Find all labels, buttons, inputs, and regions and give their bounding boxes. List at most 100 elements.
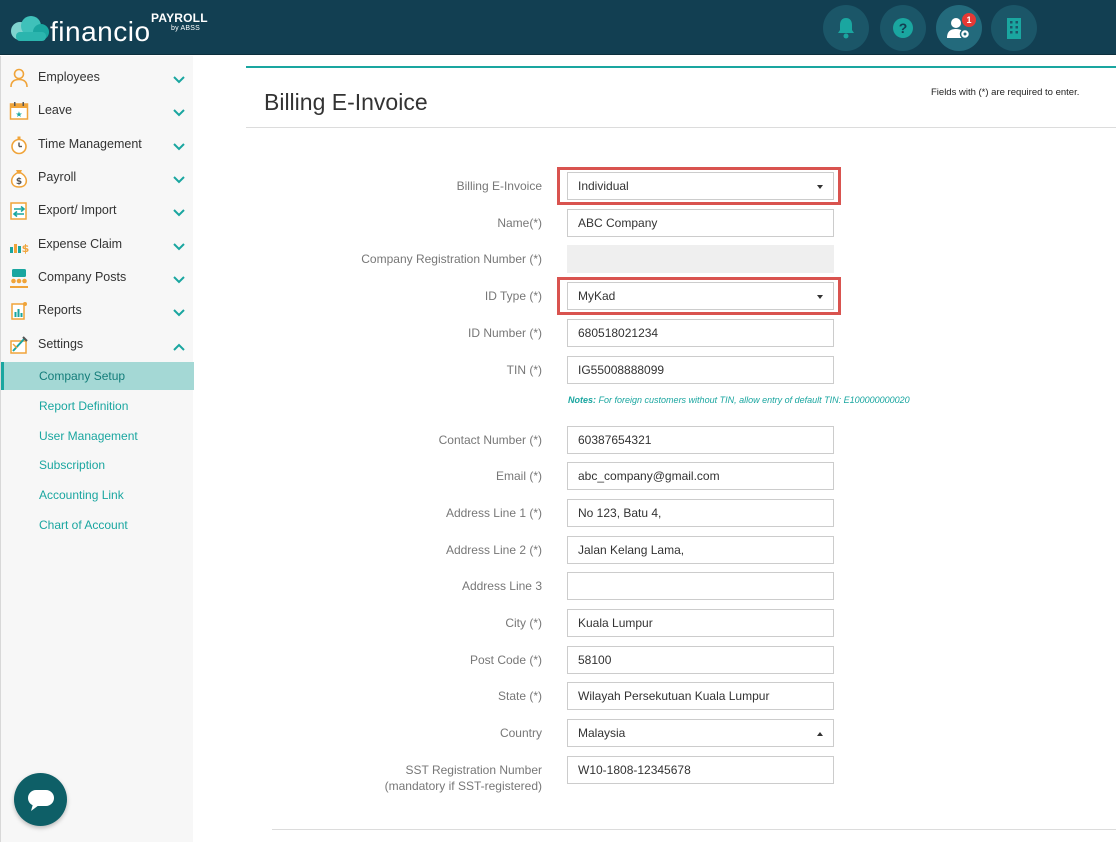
- tin-input[interactable]: [567, 356, 834, 384]
- sidebar-item-time-management[interactable]: Time Management: [1, 129, 194, 162]
- stopwatch-icon: [11, 136, 27, 155]
- postcode-input[interactable]: [567, 646, 834, 674]
- address2-input[interactable]: [567, 536, 834, 564]
- sidebar-subitem-label: Accounting Link: [39, 488, 124, 502]
- address1-input[interactable]: [567, 499, 834, 527]
- sidebar-item-label: Expense Claim: [38, 237, 123, 251]
- sidebar-subitem-label: Subscription: [39, 458, 106, 472]
- company-button[interactable]: [991, 5, 1037, 51]
- sidebar-item-label: Reports: [38, 303, 82, 317]
- notes-label: Notes:: [568, 395, 597, 405]
- contact-label: Contact Number (*): [438, 433, 542, 447]
- id-type-select[interactable]: MyKad: [567, 282, 834, 310]
- export-import-icon: [10, 202, 27, 220]
- reports-icon: [11, 302, 27, 320]
- sidebar-item-employees[interactable]: Employees: [1, 62, 194, 95]
- expense-icon: $: [10, 242, 29, 255]
- help-button[interactable]: ?: [880, 5, 926, 51]
- cloud-logo-icon: [11, 16, 49, 41]
- state-label: State (*): [497, 689, 542, 703]
- sidebar-item-leave[interactable]: ★ Leave: [1, 95, 194, 128]
- sidebar-item-export-import[interactable]: Export/ Import: [1, 195, 194, 228]
- chat-icon: [27, 789, 54, 811]
- sst-label-note: (mandatory if SST-registered): [384, 779, 542, 793]
- chevron-down-icon: [173, 209, 185, 217]
- name-label: Name(*): [497, 216, 542, 230]
- chevron-down-icon: [173, 243, 185, 251]
- page-title: Billing E-Invoice: [264, 89, 428, 115]
- sidebar-subitem-user-management[interactable]: User Management: [1, 422, 194, 450]
- country-label: Country: [499, 726, 542, 740]
- app-header: financio PAYROLL by ABSS ? 1: [0, 0, 1116, 55]
- sidebar-item-label: Employees: [38, 70, 100, 84]
- sst-input[interactable]: [567, 756, 834, 784]
- sidebar-subitem-company-setup[interactable]: Company Setup: [1, 362, 194, 390]
- company-reg-input: [567, 245, 834, 273]
- id-number-input[interactable]: [567, 319, 834, 347]
- billing-einvoice-select[interactable]: Individual: [567, 172, 834, 200]
- contact-input[interactable]: [567, 426, 834, 454]
- sidebar-subitem-chart-of-account[interactable]: Chart of Account: [1, 511, 194, 539]
- sidebar-item-settings[interactable]: Settings: [1, 329, 194, 362]
- sidebar-item-expense-claim[interactable]: $ Expense Claim: [1, 229, 194, 262]
- tin-notes: Notes: For foreign customers without TIN…: [568, 395, 910, 405]
- email-input[interactable]: [567, 462, 834, 490]
- calendar-icon: ★: [9, 102, 29, 120]
- address1-label: Address Line 1 (*): [445, 506, 542, 520]
- notifications-button[interactable]: [823, 5, 869, 51]
- logo-payroll: PAYROLL: [151, 11, 208, 25]
- card-top-border: [246, 66, 1116, 68]
- bell-icon: [838, 18, 854, 39]
- divider: [246, 127, 1116, 128]
- logo-by-abss: by ABSS: [171, 25, 201, 32]
- caret-down-icon: [817, 185, 823, 189]
- email-label: Email (*): [495, 469, 542, 483]
- sidebar-item-reports[interactable]: Reports: [1, 295, 194, 328]
- chevron-up-icon: [173, 343, 185, 351]
- svg-text:?: ?: [899, 20, 908, 36]
- logo-wordmark: financio: [50, 16, 151, 47]
- sidebar: Employees ★ Leave Time Management $ Payr…: [0, 56, 194, 842]
- posts-icon: [10, 269, 28, 288]
- money-bag-icon: $: [10, 170, 28, 188]
- address3-label: Address Line 3: [461, 579, 542, 593]
- id-type-label: ID Type (*): [484, 289, 542, 303]
- billing-einvoice-value: Individual: [578, 179, 629, 193]
- svg-text:★: ★: [15, 110, 22, 119]
- sidebar-item-label: Company Posts: [38, 270, 127, 284]
- required-note: Fields with (*) are required to enter.: [931, 87, 1080, 98]
- chevron-down-icon: [173, 143, 185, 151]
- sidebar-item-label: Payroll: [38, 170, 77, 184]
- chevron-down-icon: [173, 176, 185, 184]
- address3-input[interactable]: [567, 572, 834, 600]
- help-icon: ?: [893, 18, 913, 38]
- sidebar-subitem-label: Report Definition: [39, 399, 129, 413]
- chevron-down-icon: [173, 276, 185, 284]
- caret-up-icon: [817, 732, 823, 736]
- name-input[interactable]: [567, 209, 834, 237]
- divider: [272, 829, 1116, 830]
- sidebar-item-payroll[interactable]: $ Payroll: [1, 162, 194, 195]
- sidebar-subitem-subscription[interactable]: Subscription: [1, 451, 194, 479]
- company-reg-label: Company Registration Number (*): [361, 252, 542, 266]
- state-input[interactable]: [567, 682, 834, 710]
- employee-icon: [10, 68, 28, 88]
- sidebar-subitem-label: User Management: [39, 429, 138, 443]
- notification-badge: 1: [962, 13, 976, 27]
- sidebar-item-company-posts[interactable]: Company Posts: [1, 262, 194, 295]
- chevron-down-icon: [173, 109, 185, 117]
- postcode-label: Post Code (*): [469, 653, 542, 667]
- country-value: Malaysia: [578, 726, 626, 740]
- id-type-value: MyKad: [578, 289, 616, 303]
- sidebar-subitem-report-definition[interactable]: Report Definition: [1, 392, 194, 420]
- svg-text:$: $: [16, 177, 22, 187]
- user-settings-button[interactable]: 1: [936, 5, 982, 51]
- sidebar-subitem-accounting-link[interactable]: Accounting Link: [1, 481, 194, 509]
- chat-button[interactable]: [14, 773, 67, 826]
- sidebar-item-label: Export/ Import: [38, 203, 117, 217]
- notes-text: For foreign customers without TIN, allow…: [598, 395, 910, 405]
- building-icon: [1007, 18, 1021, 39]
- country-select[interactable]: Malaysia: [567, 719, 834, 747]
- city-input[interactable]: [567, 609, 834, 637]
- financio-logo[interactable]: financio PAYROLL by ABSS: [10, 10, 208, 48]
